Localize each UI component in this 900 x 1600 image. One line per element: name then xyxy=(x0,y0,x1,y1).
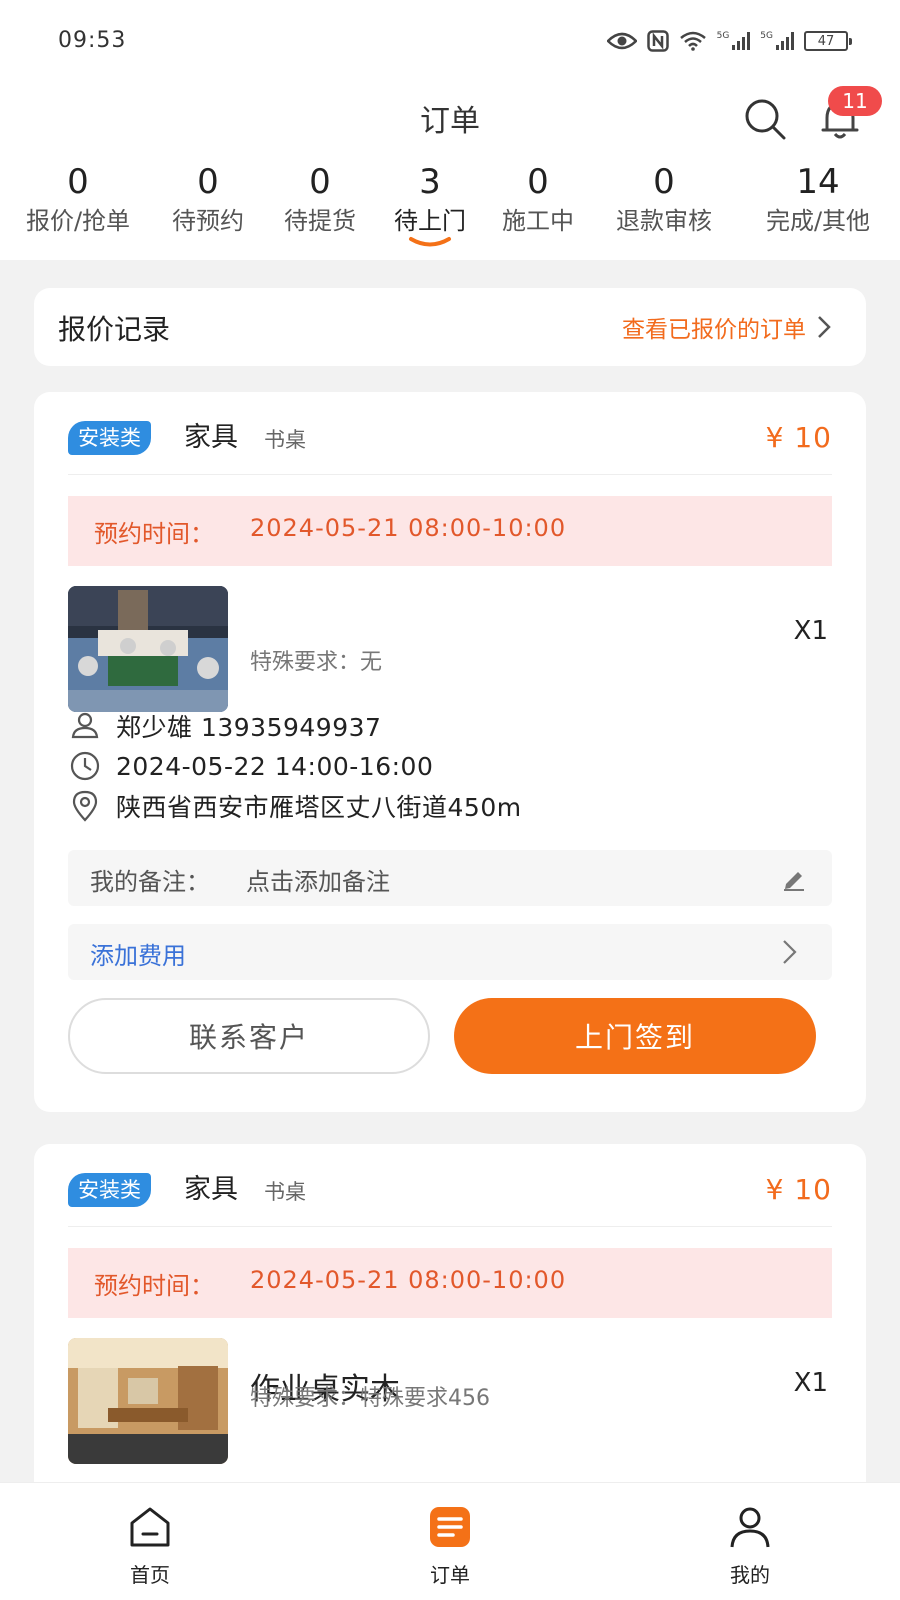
divider xyxy=(68,1226,832,1227)
stat-label: 施工中 xyxy=(502,207,574,235)
tab-orders[interactable]: 订单 xyxy=(390,1483,510,1600)
battery-icon: 47 xyxy=(804,31,852,51)
customer-row: 郑少雄 13935949937 xyxy=(68,708,381,744)
tab-home[interactable]: 首页 xyxy=(90,1483,210,1600)
chevron-right-icon xyxy=(818,316,831,338)
battery-level: 47 xyxy=(817,33,835,49)
remark-placeholder: 点击添加备注 xyxy=(246,868,390,896)
stat-count: 14 xyxy=(796,162,840,202)
tab-quote[interactable]: 0 报价/抢单 xyxy=(8,160,148,238)
appointment-value: 2024-05-21 08:00-10:00 xyxy=(250,514,567,542)
customer-contact: 郑少雄 13935949937 xyxy=(116,713,382,742)
add-fee-label: 添加费用 xyxy=(90,942,186,970)
view-quoted-orders-link[interactable]: 查看已报价的订单 xyxy=(622,310,832,344)
stat-label: 报价/抢单 xyxy=(25,207,131,235)
page-header: 订单 xyxy=(0,80,900,160)
profile-icon xyxy=(730,1507,770,1548)
service-type-tag: 安装类 xyxy=(68,1173,151,1207)
product-image[interactable] xyxy=(68,1338,228,1464)
stat-count: 0 xyxy=(309,162,331,202)
status-icons: 5G 5G 47 xyxy=(606,30,852,52)
signal-tag: 5G xyxy=(716,31,730,41)
search-icon[interactable] xyxy=(740,94,790,144)
tab-completed[interactable]: 14 完成/其他 xyxy=(748,160,888,238)
check-in-button[interactable]: 上门签到 xyxy=(454,998,816,1074)
product-image[interactable] xyxy=(68,586,228,712)
service-type-tag: 安装类 xyxy=(68,421,151,455)
home-icon xyxy=(130,1507,170,1547)
nfc-icon xyxy=(646,30,669,52)
appointment-label: 预约时间： xyxy=(94,1272,214,1300)
order-category: 家具 xyxy=(184,422,238,453)
contact-customer-button[interactable]: 联系客户 xyxy=(68,998,430,1074)
appointment-time-box: 预约时间： 2024-05-21 08:00-10:00 xyxy=(68,1248,832,1318)
service-time-row: 2024-05-22 14:00-16:00 xyxy=(68,748,433,784)
wifi-icon xyxy=(679,31,706,51)
active-tab-indicator xyxy=(409,237,451,247)
quantity: X1 xyxy=(793,1368,828,1398)
stat-label: 待上门 xyxy=(394,207,466,235)
service-time: 2024-05-22 14:00-16:00 xyxy=(116,751,434,781)
add-fee-row[interactable]: 添加费用 xyxy=(68,924,832,980)
status-bar: 09:53 5G 5G 47 xyxy=(0,0,900,80)
stat-label: 退款审核 xyxy=(616,207,712,235)
remark-field[interactable]: 我的备注： 点击添加备注 xyxy=(68,850,832,906)
divider xyxy=(68,474,832,475)
tab-label: 首页 xyxy=(130,1563,170,1587)
order-subcategory: 书桌 xyxy=(264,1180,306,1204)
address: 陕西省西安市雁塔区丈八街道450m xyxy=(116,793,522,822)
status-time: 09:53 xyxy=(58,28,127,53)
special-request: 特殊要求：无 xyxy=(250,650,383,675)
order-card: 安装类 家具 书桌 ¥ 10 预约时间： 2024-05-21 08:00-10… xyxy=(34,1144,866,1504)
stat-label: 待提货 xyxy=(284,207,356,235)
tab-refund-review[interactable]: 0 退款审核 xyxy=(602,160,726,238)
view-quoted-orders-label: 查看已报价的订单 xyxy=(622,317,806,343)
order-status-tabs: 0 报价/抢单 0 待预约 0 待提货 3 待上门 0 施工中 0 退款审核 1… xyxy=(0,160,900,260)
bottom-tab-bar: 首页 订单 我的 xyxy=(0,1482,900,1600)
location-pin-icon xyxy=(72,790,98,822)
order-subcategory: 书桌 xyxy=(264,428,306,452)
order-header: 安装类 家具 书桌 ¥ 10 xyxy=(68,418,832,458)
order-header: 安装类 家具 书桌 ¥ 10 xyxy=(68,1170,832,1210)
tab-label: 我的 xyxy=(730,1563,770,1587)
pencil-icon xyxy=(784,872,804,891)
stat-count: 0 xyxy=(197,162,219,202)
stat-label: 待预约 xyxy=(172,207,244,235)
chevron-right-icon xyxy=(783,940,797,964)
tab-label: 订单 xyxy=(430,1563,470,1587)
tab-profile[interactable]: 我的 xyxy=(690,1483,810,1600)
order-card: 安装类 家具 书桌 ¥ 10 预约时间： 2024-05-21 08:00-10… xyxy=(34,392,866,1112)
notification-badge: 11 xyxy=(828,86,882,116)
address-row: 陕西省西安市雁塔区丈八街道450m xyxy=(68,788,522,824)
quote-record-card[interactable]: 报价记录 查看已报价的订单 xyxy=(34,288,866,366)
stat-count: 0 xyxy=(527,162,549,202)
quantity: X1 xyxy=(793,616,828,646)
order-icon xyxy=(430,1507,470,1547)
order-price: ¥ 10 xyxy=(765,1173,832,1206)
signal-icon: 5G xyxy=(760,32,794,50)
clock-icon xyxy=(70,751,100,781)
order-category: 家具 xyxy=(184,1174,238,1205)
appointment-time-box: 预约时间： 2024-05-21 08:00-10:00 xyxy=(68,496,832,566)
stat-label: 完成/其他 xyxy=(765,207,871,235)
eye-icon xyxy=(606,32,637,50)
remark-label: 我的备注： xyxy=(90,868,210,896)
appointment-label: 预约时间： xyxy=(94,520,214,548)
person-icon xyxy=(71,712,99,739)
tab-in-construction[interactable]: 0 施工中 xyxy=(490,160,586,238)
stat-count: 3 xyxy=(419,162,441,202)
special-request: 特殊要求：特殊要求456 xyxy=(250,1386,490,1411)
appointment-value: 2024-05-21 08:00-10:00 xyxy=(250,1266,567,1294)
tab-pending-pickup[interactable]: 0 待提货 xyxy=(272,160,368,238)
stat-count: 0 xyxy=(67,162,89,202)
tab-pending-visit[interactable]: 3 待上门 xyxy=(382,160,478,247)
order-price: ¥ 10 xyxy=(765,421,832,454)
signal-icon: 5G xyxy=(717,32,751,50)
signal-tag: 5G xyxy=(760,31,773,41)
tab-pending-appointment[interactable]: 0 待预约 xyxy=(160,160,256,238)
quote-record-title: 报价记录 xyxy=(58,313,171,346)
stat-count: 0 xyxy=(653,162,675,202)
